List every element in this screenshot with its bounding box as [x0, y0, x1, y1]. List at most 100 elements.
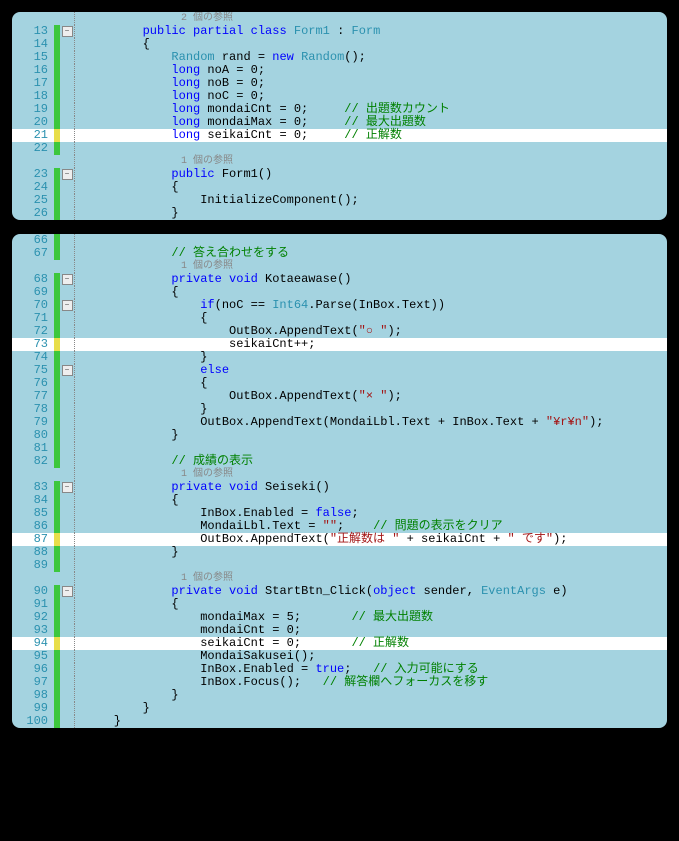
fold-gutter: [60, 286, 74, 299]
code-text[interactable]: }: [81, 429, 179, 442]
fold-gutter: [60, 416, 74, 429]
fold-gutter[interactable]: −: [60, 364, 74, 377]
fold-gutter[interactable]: −: [60, 585, 74, 598]
code-text[interactable]: }: [81, 207, 179, 220]
outline-guide: [74, 51, 81, 64]
fold-gutter[interactable]: −: [60, 273, 74, 286]
outline-guide: [74, 129, 81, 142]
outline-guide: [74, 715, 81, 728]
outline-guide: [74, 702, 81, 715]
code-text[interactable]: [81, 559, 85, 572]
code-line[interactable]: 80 }: [12, 429, 667, 442]
code-editor-panel[interactable]: 6667 // 答え合わせをする 1 個の参照68− private void …: [12, 234, 667, 728]
outline-guide: [74, 585, 81, 598]
fold-gutter: [60, 507, 74, 520]
outline-guide: [74, 455, 81, 468]
fold-gutter: [60, 455, 74, 468]
code-editor-panel[interactable]: 2 個の参照13− public partial class Form1 : F…: [12, 12, 667, 220]
fold-gutter: [60, 533, 74, 546]
fold-gutter: [60, 12, 74, 25]
collapse-icon[interactable]: −: [62, 26, 73, 37]
outline-guide: [74, 676, 81, 689]
outline-guide: [74, 546, 81, 559]
outline-guide: [74, 572, 81, 585]
code-line[interactable]: 21 long seikaiCnt = 0; // 正解数: [12, 129, 667, 142]
collapse-icon[interactable]: −: [62, 274, 73, 285]
fold-gutter: [60, 155, 74, 168]
code-line[interactable]: 82 // 成績の表示: [12, 455, 667, 468]
outline-guide: [74, 103, 81, 116]
fold-gutter: [60, 442, 74, 455]
fold-gutter: [60, 351, 74, 364]
outline-guide: [74, 364, 81, 377]
outline-guide: [74, 25, 81, 38]
fold-gutter: [60, 702, 74, 715]
code-text[interactable]: [81, 142, 85, 155]
outline-guide: [74, 234, 81, 247]
outline-guide: [74, 442, 81, 455]
fold-gutter: [60, 234, 74, 247]
outline-guide: [74, 247, 81, 260]
code-text[interactable]: // 答え合わせをする: [81, 247, 289, 260]
outline-guide: [74, 116, 81, 129]
outline-guide: [74, 194, 81, 207]
outline-guide: [74, 637, 81, 650]
fold-gutter: [60, 598, 74, 611]
fold-gutter: [60, 247, 74, 260]
fold-gutter: [60, 116, 74, 129]
outline-guide: [74, 520, 81, 533]
outline-guide: [74, 273, 81, 286]
collapse-icon[interactable]: −: [62, 169, 73, 180]
fold-gutter: [60, 715, 74, 728]
code-text[interactable]: // 成績の表示: [81, 455, 253, 468]
collapse-icon[interactable]: −: [62, 586, 73, 597]
code-text[interactable]: }: [81, 715, 121, 728]
outline-guide: [74, 507, 81, 520]
fold-gutter: [60, 611, 74, 624]
collapse-icon[interactable]: −: [62, 482, 73, 493]
outline-guide: [74, 416, 81, 429]
fold-gutter[interactable]: −: [60, 299, 74, 312]
outline-guide: [74, 312, 81, 325]
outline-guide: [74, 12, 81, 25]
outline-guide: [74, 468, 81, 481]
outline-guide: [74, 598, 81, 611]
collapse-icon[interactable]: −: [62, 300, 73, 311]
fold-gutter: [60, 650, 74, 663]
fold-gutter: [60, 312, 74, 325]
fold-gutter: [60, 338, 74, 351]
outline-guide: [74, 142, 81, 155]
outline-guide: [74, 559, 81, 572]
fold-gutter: [60, 624, 74, 637]
fold-gutter: [60, 51, 74, 64]
fold-gutter[interactable]: −: [60, 168, 74, 181]
fold-gutter[interactable]: −: [60, 481, 74, 494]
fold-gutter: [60, 663, 74, 676]
collapse-icon[interactable]: −: [62, 365, 73, 376]
outline-guide: [74, 38, 81, 51]
fold-gutter: [60, 103, 74, 116]
outline-guide: [74, 650, 81, 663]
code-line[interactable]: 89: [12, 559, 667, 572]
outline-guide: [74, 351, 81, 364]
code-line[interactable]: 67 // 答え合わせをする: [12, 247, 667, 260]
code-line[interactable]: 100 }: [12, 715, 667, 728]
outline-guide: [74, 181, 81, 194]
code-text[interactable]: }: [81, 546, 179, 559]
fold-gutter: [60, 129, 74, 142]
code-text[interactable]: long seikaiCnt = 0; // 正解数: [81, 129, 402, 142]
fold-gutter: [60, 207, 74, 220]
fold-gutter: [60, 90, 74, 103]
outline-guide: [74, 403, 81, 416]
fold-gutter[interactable]: −: [60, 25, 74, 38]
fold-gutter: [60, 38, 74, 51]
outline-guide: [74, 90, 81, 103]
code-line[interactable]: 22: [12, 142, 667, 155]
fold-gutter: [60, 325, 74, 338]
outline-guide: [74, 611, 81, 624]
line-number: 67: [12, 247, 54, 260]
fold-gutter: [60, 572, 74, 585]
fold-gutter: [60, 194, 74, 207]
code-line[interactable]: 88 }: [12, 546, 667, 559]
code-line[interactable]: 26 }: [12, 207, 667, 220]
